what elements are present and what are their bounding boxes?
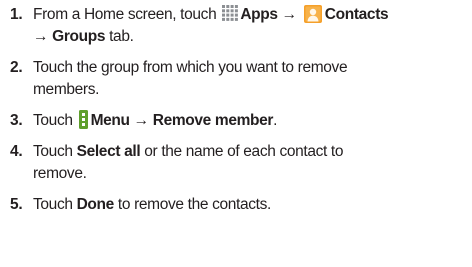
step-text-plain: or the name of each contact to <box>144 143 344 160</box>
step-text-plain: Touch <box>33 143 73 160</box>
step-text-plain: Touch <box>33 112 73 129</box>
step-text-plain: Touch <box>33 196 73 213</box>
step-line: members. <box>33 81 100 98</box>
step-line: → Groups tab. <box>33 26 453 48</box>
step-line: Touch Select all or the name of each con… <box>33 141 453 163</box>
step-text: Touch Menu → Remove member. <box>33 110 453 132</box>
apps-label: Apps → <box>240 6 297 23</box>
step-text: From a Home screen, touch Apps → Contact… <box>33 4 453 48</box>
step-number: 1. <box>10 6 23 23</box>
step-text-plain: tab. <box>109 28 134 45</box>
step-line: Touch the group from which you want to r… <box>33 59 348 76</box>
select-all-label: Select all <box>76 143 141 160</box>
menu-remove-member-label: Menu → Remove member <box>90 112 274 129</box>
step-text: Touch the group from which you want to r… <box>33 57 453 101</box>
step-text: Touch Done to remove the contacts. <box>33 194 453 216</box>
menu-icon <box>78 110 88 129</box>
groups-tab-label: → Groups <box>33 28 106 45</box>
step-number: 2. <box>10 59 23 76</box>
apps-grid-icon <box>222 5 239 21</box>
step-number: 3. <box>10 112 23 129</box>
step-line: From a Home screen, touch Apps → Contact… <box>33 4 453 26</box>
step-text-plain: . <box>273 112 278 129</box>
step-line: remove. <box>33 165 87 182</box>
step-number: 5. <box>10 196 23 213</box>
step-text-plain: to remove the contacts. <box>117 196 271 213</box>
step-text: Touch Select all or the name of each con… <box>33 141 453 185</box>
done-label: Done <box>76 196 115 213</box>
step-number: 4. <box>10 143 23 160</box>
step-text-plain: From a Home screen, touch <box>33 6 217 23</box>
contacts-label: Contacts <box>324 6 389 23</box>
contacts-icon <box>303 5 322 23</box>
